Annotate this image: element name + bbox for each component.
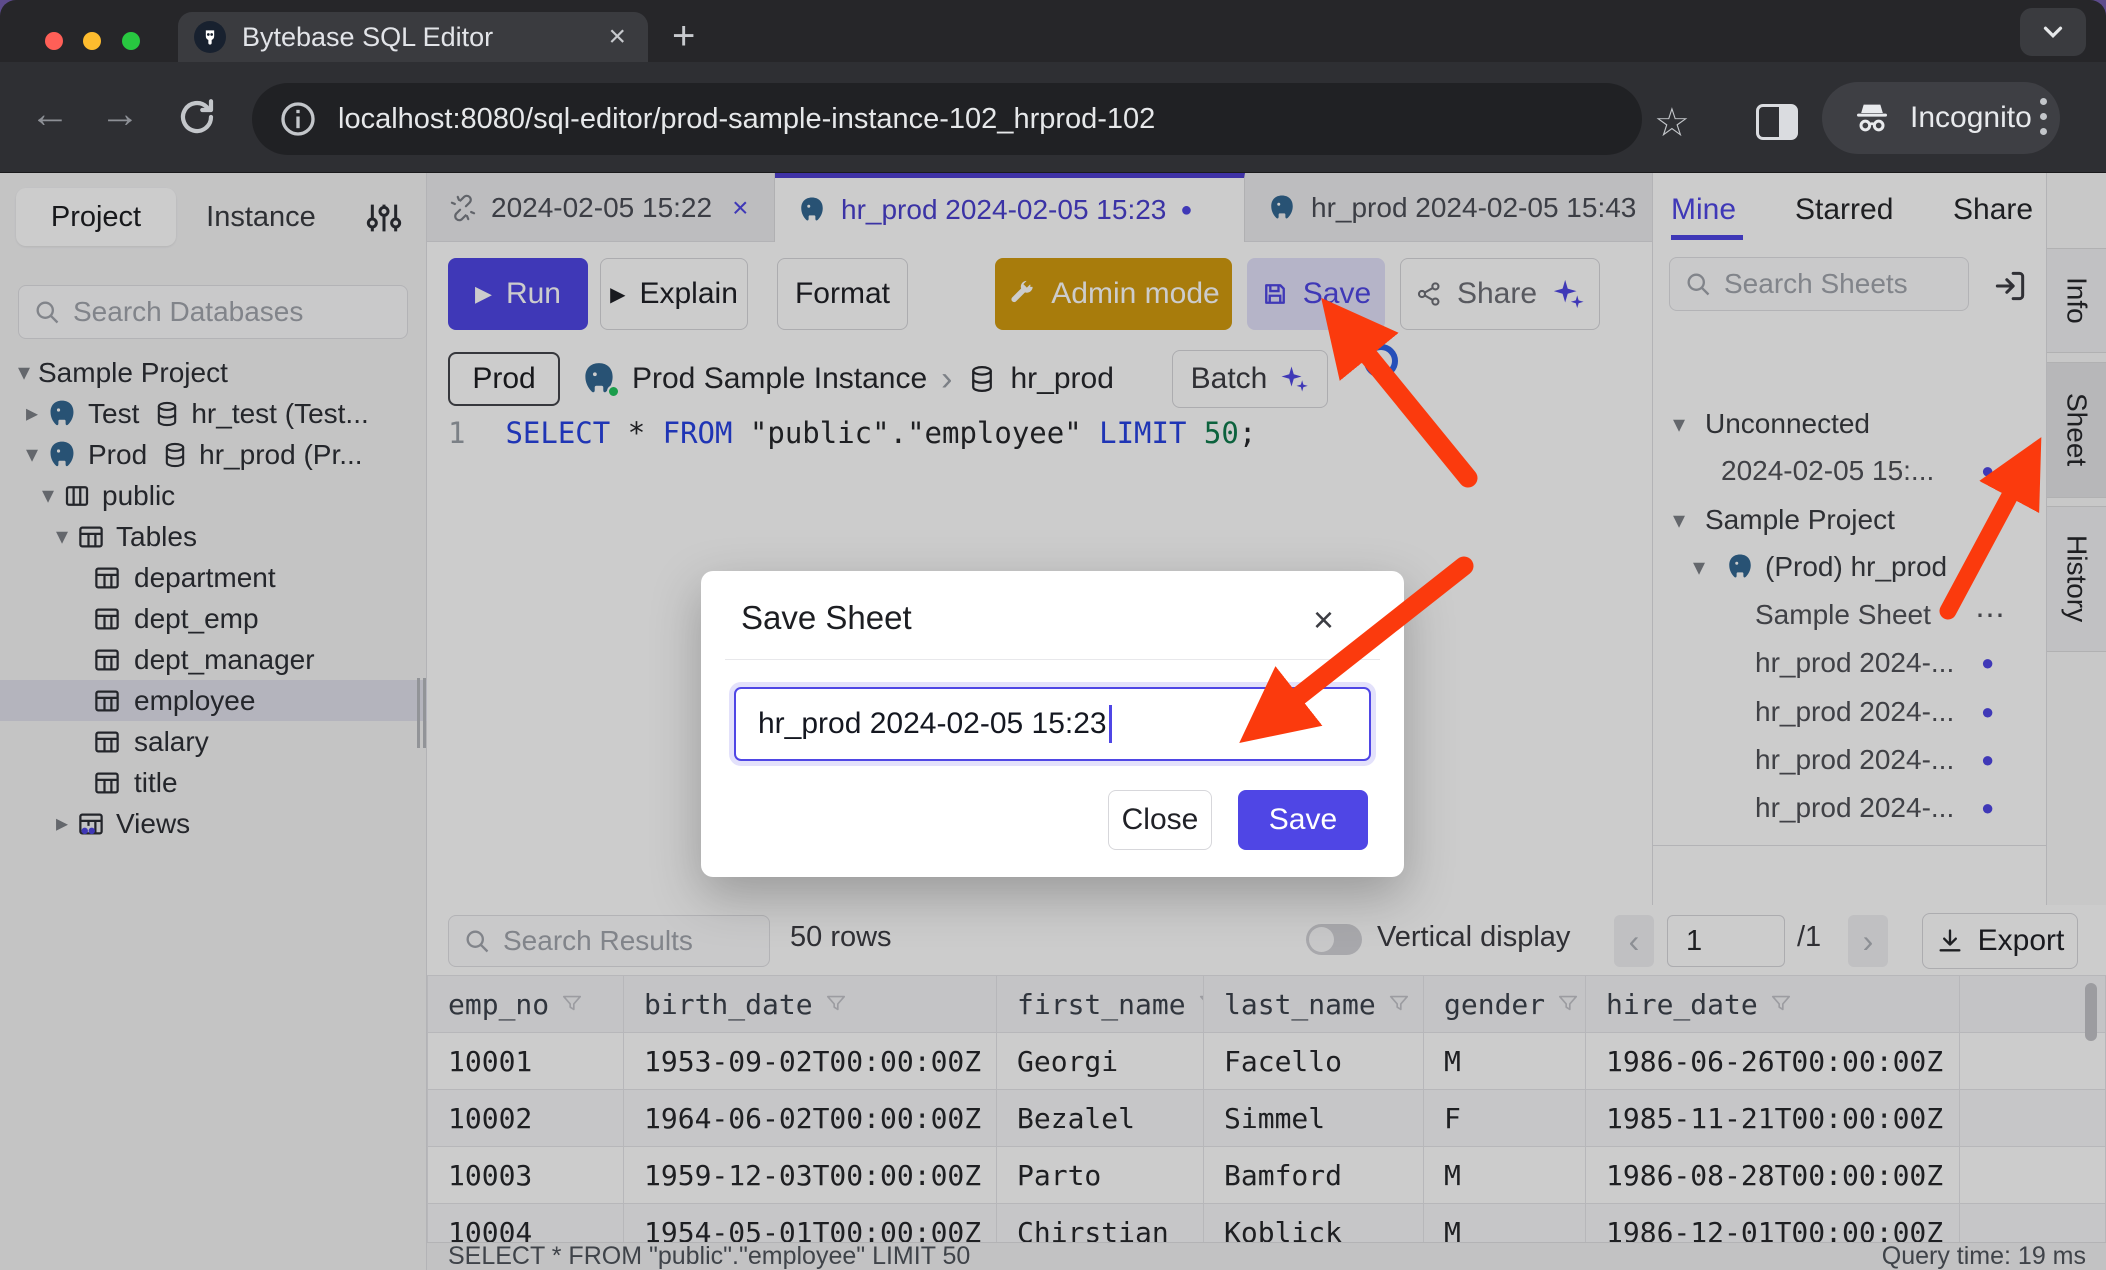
sheet-name-value: hr_prod 2024-02-05 15:23 <box>758 707 1107 741</box>
incognito-label: Incognito <box>1910 101 2032 135</box>
dialog-close-icon[interactable]: × <box>1313 599 1334 641</box>
side-panel-icon[interactable] <box>1756 104 1798 140</box>
reload-icon[interactable] <box>176 96 218 138</box>
window-minimize-button[interactable] <box>83 32 101 50</box>
bytebase-favicon <box>194 21 226 53</box>
window-titlebar: Bytebase SQL Editor × + <box>0 0 2106 62</box>
browser-menu-icon[interactable] <box>2040 98 2047 135</box>
text-cursor <box>1109 705 1112 743</box>
save-sheet-dialog: Save Sheet × hr_prod 2024-02-05 15:23 Cl… <box>701 571 1404 877</box>
browser-tab[interactable]: Bytebase SQL Editor × <box>178 12 648 62</box>
sheet-name-input[interactable]: hr_prod 2024-02-05 15:23 <box>734 687 1371 761</box>
browser-toolbar: ← → localhost:8080/sql-editor/prod-sampl… <box>0 62 2106 173</box>
dialog-save-button[interactable]: Save <box>1238 790 1368 850</box>
dialog-title: Save Sheet <box>741 599 912 637</box>
back-icon[interactable]: ← <box>30 92 70 137</box>
url-text: localhost:8080/sql-editor/prod-sample-in… <box>338 103 1155 136</box>
dialog-close-button[interactable]: Close <box>1108 790 1212 850</box>
bookmark-star-icon[interactable]: ☆ <box>1654 100 1690 146</box>
window-close-button[interactable] <box>45 32 63 50</box>
window-zoom-button[interactable] <box>122 32 140 50</box>
incognito-icon <box>1850 98 1894 138</box>
dialog-divider <box>725 659 1380 660</box>
forward-icon[interactable]: → <box>100 92 140 137</box>
new-tab-button[interactable]: + <box>672 18 695 54</box>
tab-search-chevron-button[interactable] <box>2020 8 2086 56</box>
chevron-down-icon <box>2038 17 2068 47</box>
address-bar[interactable]: localhost:8080/sql-editor/prod-sample-in… <box>252 83 1642 155</box>
browser-tab-title: Bytebase SQL Editor <box>242 22 602 53</box>
site-info-icon[interactable] <box>278 99 318 139</box>
browser-tab-close-icon[interactable]: × <box>602 20 632 54</box>
incognito-badge: Incognito <box>1822 82 2060 154</box>
